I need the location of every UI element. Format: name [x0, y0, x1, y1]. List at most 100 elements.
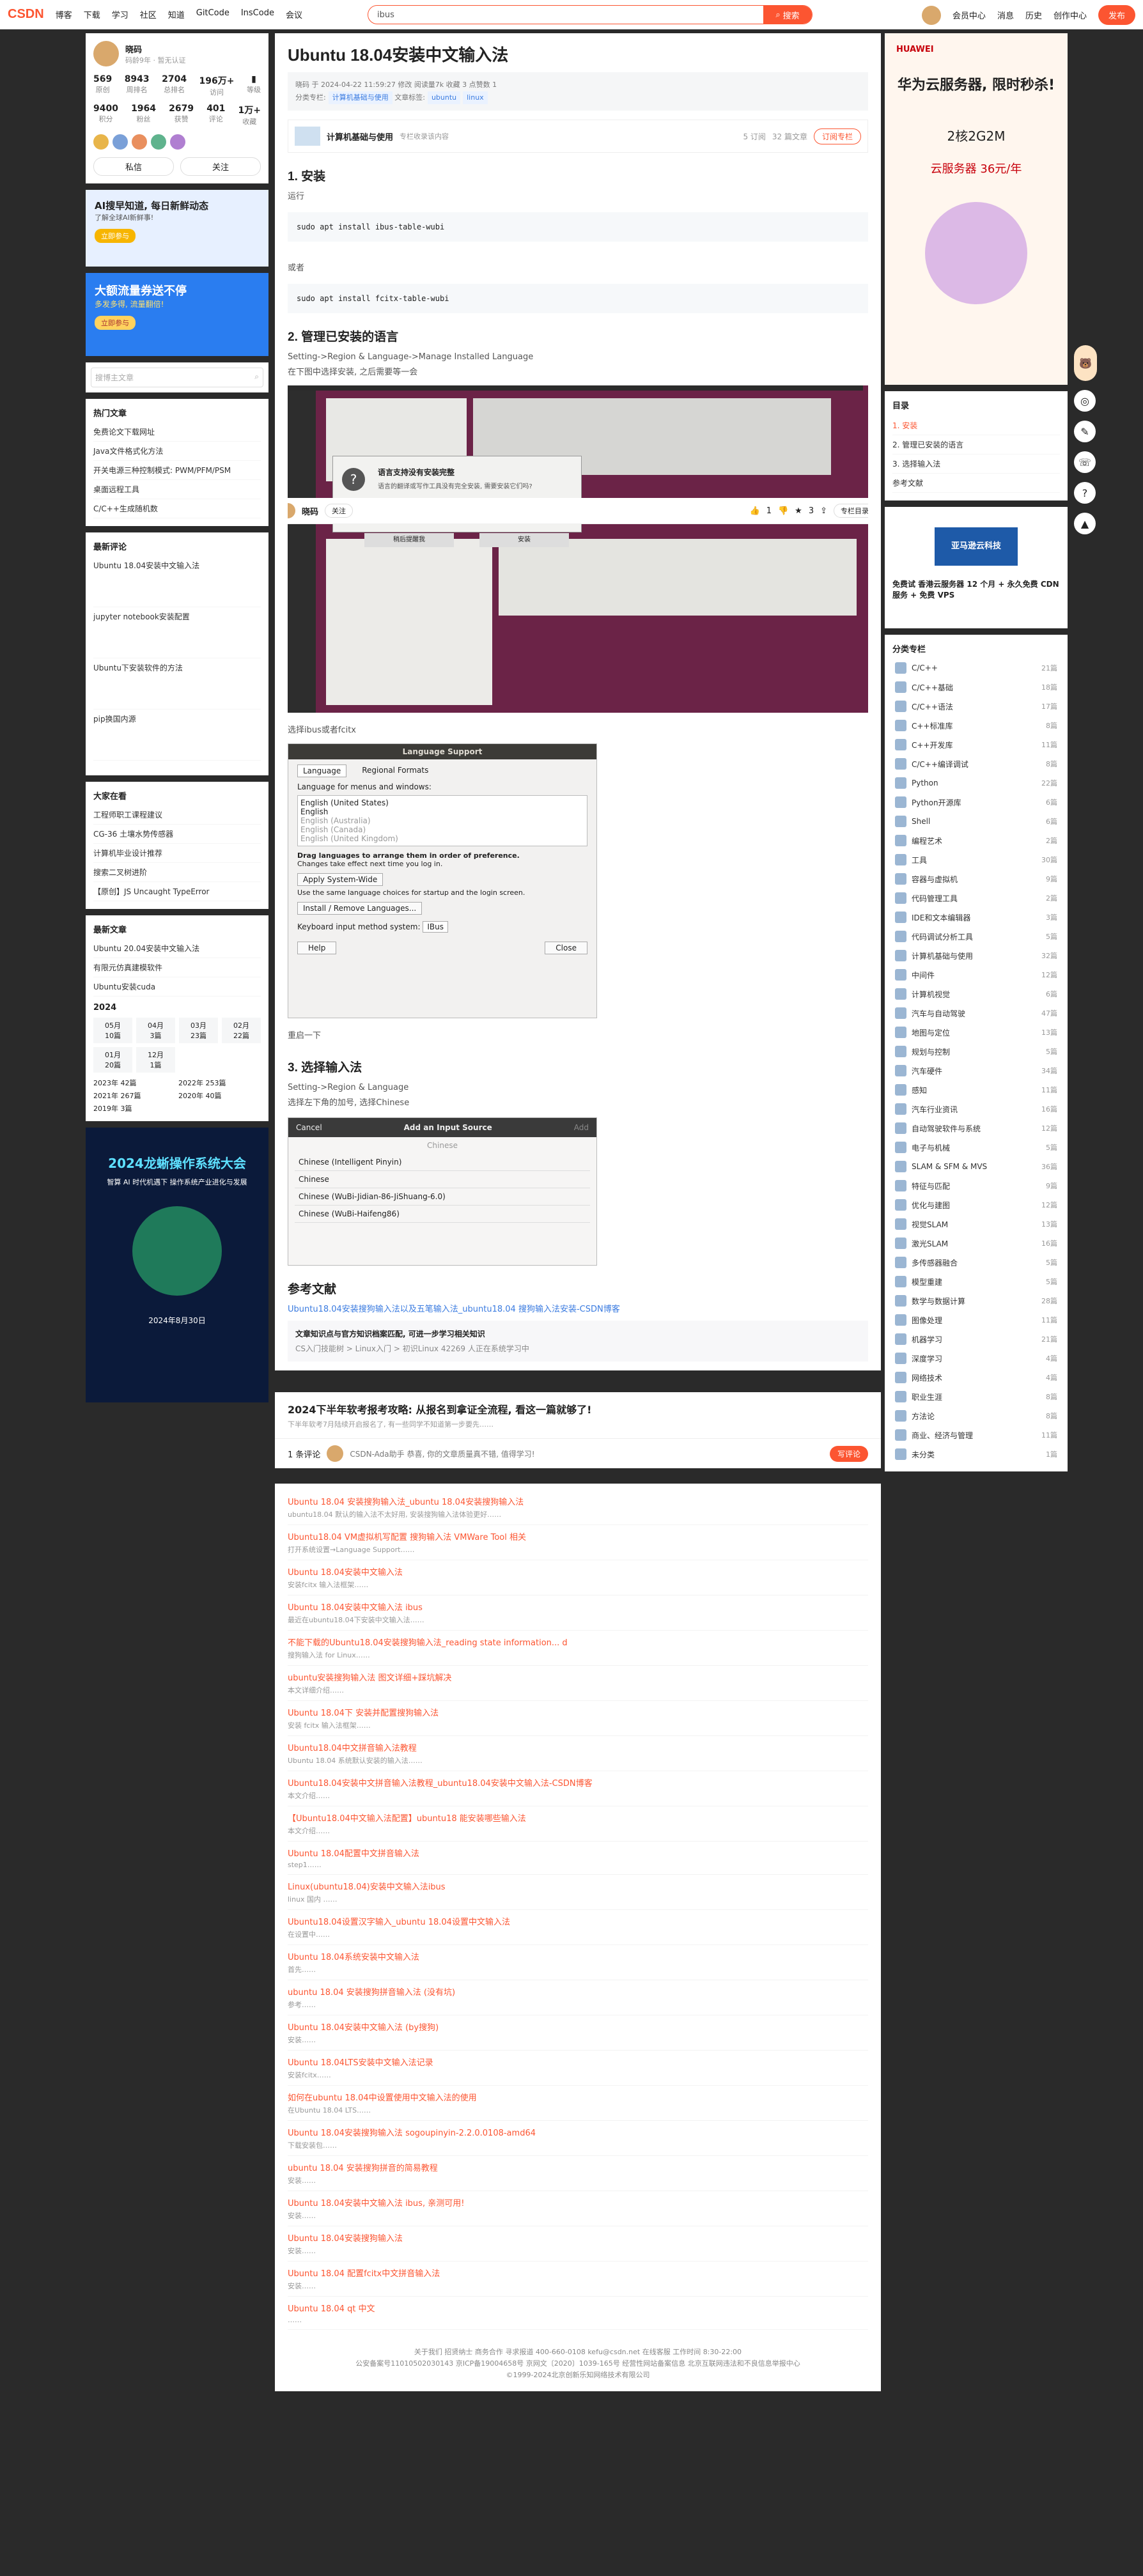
related-title[interactable]: Ubuntu 18.04LTS安装中文输入法记录	[288, 2056, 868, 2068]
badge-icon[interactable]	[113, 134, 128, 150]
language-item[interactable]: English (Australia)	[300, 816, 584, 825]
related-title[interactable]: Ubuntu18.04中文拼音输入法教程	[288, 1741, 868, 1753]
ad-traffic[interactable]: 大额流量券送不停 多发多得, 流量翻倍! 立即参与	[86, 273, 268, 356]
related-article[interactable]: Ubuntu 18.04安装中文输入法 ibus, 亲测可用! 安装……	[288, 2191, 868, 2226]
related-article[interactable]: Ubuntu 18.04 配置fcitx中文拼音输入法 安装……	[288, 2262, 868, 2297]
badge-icon[interactable]	[93, 134, 109, 150]
related-article[interactable]: Ubuntu 18.04LTS安装中文输入法记录 安装fcitx……	[288, 2051, 868, 2086]
related-title[interactable]: 【Ubuntu18.04中文输入法配置】ubuntu18 能安装哪些输入法	[288, 1812, 868, 1824]
related-title[interactable]: Ubuntu 18.04安装中文输入法	[288, 1565, 868, 1578]
recommended-item[interactable]: 计算机毕业设计推荐	[93, 844, 261, 863]
archive-month[interactable]: 04月 3篇	[136, 1018, 175, 1043]
category-item[interactable]: C/C++编译调试 8篇	[892, 754, 1060, 773]
feedback-icon[interactable]: ☏	[1074, 451, 1096, 473]
recommended-item[interactable]: 【原创】JS Uncaught TypeError	[93, 882, 261, 901]
search-icon[interactable]: ⌕	[254, 372, 259, 383]
archive-year-link[interactable]: 2022年 253篇	[178, 1078, 261, 1088]
category-item[interactable]: 工具 30篇	[892, 850, 1060, 869]
share-icon[interactable]: ⇪	[820, 506, 827, 516]
category-item[interactable]: C++标准库 8篇	[892, 716, 1060, 735]
install-button[interactable]: 安装	[479, 533, 569, 547]
category-item[interactable]: 计算机视觉 6篇	[892, 984, 1060, 1004]
category-item[interactable]: C/C++基础 18篇	[892, 678, 1060, 697]
archive-month[interactable]: 12月 1篇	[136, 1047, 175, 1073]
input-source-item[interactable]: Chinese	[295, 1171, 590, 1188]
related-article[interactable]: Ubuntu 18.04 qt 中文 ……	[288, 2297, 868, 2330]
search-button[interactable]: ⌕ 搜索	[763, 6, 812, 24]
category-item[interactable]: 编程艺术 2篇	[892, 831, 1060, 850]
category-item[interactable]: 视觉SLAM 13篇	[892, 1214, 1060, 1234]
input-source-item[interactable]: Chinese (WuBi-Jidian-86-JiShuang-6.0)	[295, 1188, 590, 1206]
nav-inscode[interactable]: InsCode	[241, 8, 274, 20]
publish-button[interactable]: 发布	[1098, 5, 1135, 25]
category-item[interactable]: IDE和文本编辑器 3篇	[892, 908, 1060, 927]
category-item[interactable]: 优化与建图 12篇	[892, 1195, 1060, 1214]
related-title[interactable]: Ubuntu 18.04 qt 中文	[288, 2302, 868, 2314]
related-article[interactable]: Ubuntu 18.04 安装搜狗输入法_ubuntu 18.04安装搜狗输入法…	[288, 1490, 868, 1525]
tab-language[interactable]: Language	[297, 764, 347, 777]
user-avatar[interactable]	[921, 5, 941, 25]
related-title[interactable]: ubuntu 18.04 安装搜狗拼音的简易教程	[288, 2161, 868, 2173]
related-title[interactable]: Ubuntu 18.04 安装搜狗输入法_ubuntu 18.04安装搜狗输入法	[288, 1495, 868, 1507]
related-article[interactable]: Ubuntu 18.04系统安装中文输入法 首先……	[288, 1945, 868, 1980]
toc-item[interactable]: 参考文献	[892, 474, 1060, 493]
related-article[interactable]: Ubuntu 18.04安装中文输入法 (by搜狗) 安装……	[288, 2015, 868, 2051]
category-item[interactable]: 多传感器融合 5篇	[892, 1253, 1060, 1272]
floatbar-follow-button[interactable]: 关注	[325, 504, 354, 518]
related-title[interactable]: Ubuntu 18.04安装中文输入法 ibus, 亲测可用!	[288, 2196, 868, 2208]
related-article[interactable]: Ubuntu 18.04安装搜狗输入法 安装……	[288, 2226, 868, 2262]
category-item[interactable]: C/C++语法 17篇	[892, 697, 1060, 716]
author-name[interactable]: 晓码	[125, 43, 186, 55]
floatbar-avatar[interactable]	[288, 503, 295, 518]
comment-item[interactable]: Ubuntu下安装软件的方法	[93, 658, 261, 710]
category-item[interactable]: 规划与控制 5篇	[892, 1042, 1060, 1061]
related-title[interactable]: Ubuntu18.04安装中文拼音输入法教程_ubuntu18.04安装中文输入…	[288, 1776, 868, 1788]
column-name[interactable]: 计算机基础与使用	[327, 130, 393, 143]
category-item[interactable]: 汽车与自动驾驶 47篇	[892, 1004, 1060, 1023]
hot-item[interactable]: C/C++生成随机数	[93, 499, 261, 518]
related-title[interactable]: Ubuntu 18.04安装中文输入法 ibus	[288, 1601, 868, 1613]
language-item[interactable]: English (Canada)	[300, 825, 584, 834]
category-item[interactable]: 感知 11篇	[892, 1080, 1060, 1099]
related-title[interactable]: Ubuntu18.04设置汉字输入_ubuntu 18.04设置中文输入法	[288, 1915, 868, 1927]
nav-gitcode[interactable]: GitCode	[196, 8, 229, 20]
star-icon[interactable]: ★	[795, 506, 802, 516]
input-source-item[interactable]: Chinese (Intelligent Pinyin)	[295, 1154, 590, 1171]
comment-item[interactable]: jupyter notebook安装配置	[93, 607, 261, 658]
comment-item[interactable]: pip换国内源	[93, 710, 261, 761]
badge-icon[interactable]	[132, 134, 147, 150]
blog-search-input[interactable]: 搜博主文章	[95, 372, 254, 383]
vip-center-link[interactable]: 会员中心	[952, 9, 986, 21]
category-item[interactable]: SLAM & SFM & MVS 36篇	[892, 1157, 1060, 1176]
language-item[interactable]: English	[300, 807, 584, 816]
category-item[interactable]: Shell 6篇	[892, 812, 1060, 831]
archive-month[interactable]: 01月 20篇	[93, 1047, 132, 1073]
archive-month[interactable]: 03月 23篇	[179, 1018, 218, 1043]
related-title[interactable]: Ubuntu 18.04系统安装中文输入法	[288, 1950, 868, 1962]
related-article[interactable]: Ubuntu 18.04安装中文输入法 安装fcitx 输入法框架……	[288, 1560, 868, 1595]
category-item[interactable]: 机器学习 21篇	[892, 1330, 1060, 1349]
category-item[interactable]: 中间件 12篇	[892, 965, 1060, 984]
category-item[interactable]: 代码管理工具 2篇	[892, 888, 1060, 908]
category-item[interactable]: 地图与定位 13篇	[892, 1023, 1060, 1042]
category-item[interactable]: 特征与匹配 9篇	[892, 1176, 1060, 1195]
recent-item[interactable]: Ubuntu 20.04安装中文输入法	[93, 939, 261, 958]
ad-button[interactable]: 立即参与	[95, 316, 136, 330]
history-link[interactable]: 历史	[1025, 9, 1042, 21]
floatbar-author[interactable]: 晓码	[302, 505, 318, 517]
related-title[interactable]: Ubuntu 18.04安装中文输入法 (by搜狗)	[288, 2021, 868, 2033]
related-article[interactable]: Linux(ubuntu18.04)安装中文输入法ibus linux 国内 ……	[288, 1875, 868, 1910]
badge-icon[interactable]	[170, 134, 185, 150]
messages-link[interactable]: 消息	[997, 9, 1014, 21]
tag-ubuntu[interactable]: ubuntu	[427, 91, 461, 104]
category-item[interactable]: 自动驾驶软件与系统 12篇	[892, 1119, 1060, 1138]
category-item[interactable]: 网络技术 4篇	[892, 1368, 1060, 1387]
csdn-logo[interactable]: CSDN	[8, 7, 44, 22]
close-button[interactable]: Close	[545, 942, 587, 954]
footer-links[interactable]: 关于我们 招贤纳士 商务合作 寻求报道 400-660-0108 kefu@cs…	[285, 2347, 871, 2358]
related-title[interactable]: ubuntu 18.04 安装搜狗拼音输入法 (没有坑)	[288, 1985, 868, 1998]
category-item[interactable]: 汽车行业资讯 16篇	[892, 1099, 1060, 1119]
comment-item[interactable]: Ubuntu 18.04安装中文输入法	[93, 556, 261, 607]
category-item[interactable]: 职业生涯 8篇	[892, 1387, 1060, 1406]
recent-item[interactable]: 有限元仿真建模软件	[93, 958, 261, 977]
